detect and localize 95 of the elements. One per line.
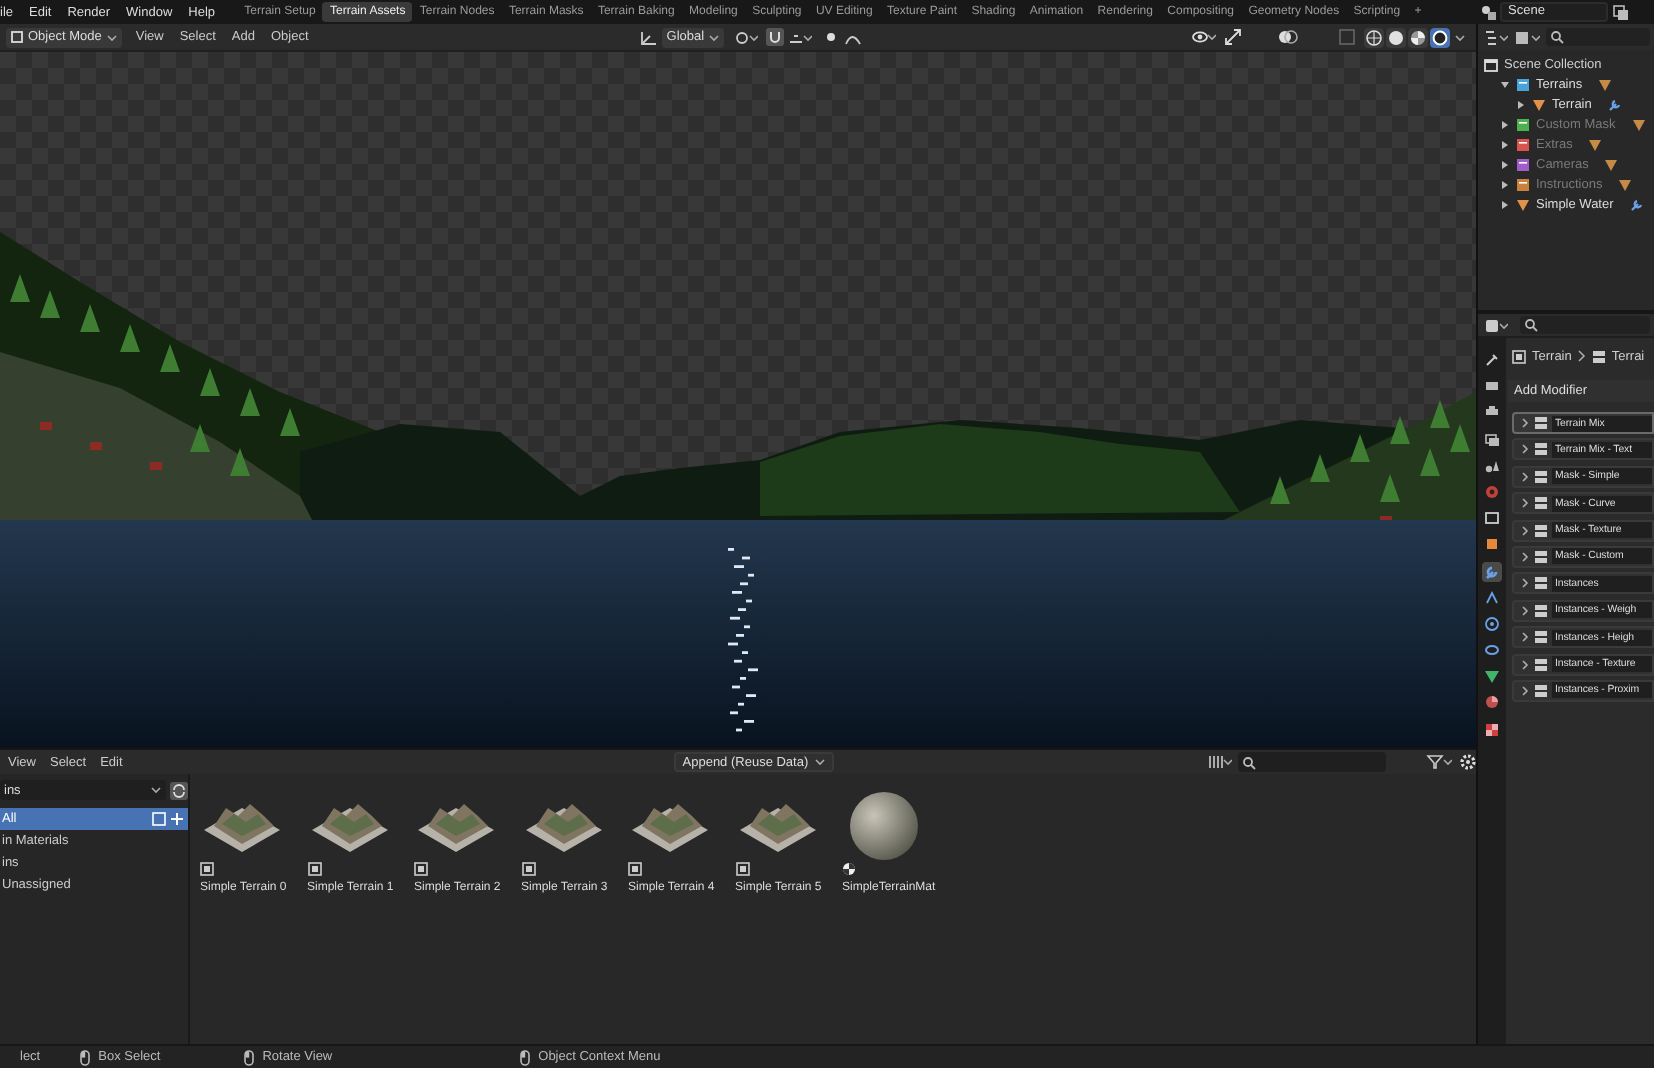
caret-icon bbox=[105, 31, 118, 43]
checker-sphere-icon[interactable] bbox=[1482, 692, 1502, 713]
collection-box-icon bbox=[1516, 157, 1530, 171]
caret-icon bbox=[1454, 31, 1467, 43]
node-tree-icon bbox=[1534, 523, 1548, 538]
node-tree-icon bbox=[1534, 442, 1548, 457]
collection-box-icon bbox=[1516, 177, 1530, 191]
collection-box-icon bbox=[1516, 137, 1530, 151]
object-type-icon bbox=[521, 862, 535, 876]
search-field[interactable] bbox=[1520, 316, 1650, 334]
material-sphere-drawing bbox=[848, 789, 920, 861]
search-field[interactable] bbox=[1546, 28, 1650, 46]
settings-icon[interactable] bbox=[1460, 754, 1476, 770]
object-square-icon bbox=[1512, 349, 1526, 363]
node-tree-icon bbox=[1534, 549, 1548, 564]
orbit-icon[interactable] bbox=[1482, 613, 1502, 634]
object-type-icon bbox=[414, 862, 428, 876]
cube-icon bbox=[10, 30, 24, 44]
disclosure-triangle-icon[interactable] bbox=[1500, 199, 1510, 209]
wrench-icon bbox=[1607, 97, 1622, 111]
chevron-icon[interactable] bbox=[1520, 632, 1530, 643]
chevron-icon[interactable] bbox=[1520, 685, 1530, 696]
filter-icon[interactable] bbox=[1514, 29, 1540, 45]
tool-icon[interactable] bbox=[1482, 350, 1502, 370]
filter-icon[interactable] bbox=[1426, 754, 1452, 770]
triangle-mesh-icon bbox=[1598, 77, 1613, 91]
overlay-circles-icon[interactable] bbox=[1278, 28, 1299, 46]
material-sphere-icon[interactable] bbox=[1408, 27, 1429, 47]
mouse-icon bbox=[520, 1049, 531, 1065]
chevron-icon[interactable] bbox=[1520, 551, 1530, 562]
chevron-icon[interactable] bbox=[1520, 525, 1530, 536]
add-icon[interactable] bbox=[170, 812, 184, 826]
search-icon bbox=[1524, 318, 1538, 332]
triangle-mesh-icon bbox=[1532, 97, 1546, 111]
refresh-icon[interactable] bbox=[170, 781, 188, 799]
gizmo-arrows-icon[interactable] bbox=[1224, 28, 1243, 46]
object-type-icon bbox=[200, 862, 214, 876]
node-tree-icon bbox=[1534, 469, 1548, 484]
transform-orientation-icon[interactable] bbox=[640, 29, 659, 45]
display-grid-icon[interactable] bbox=[1208, 754, 1233, 770]
checker-icon[interactable] bbox=[1482, 719, 1502, 740]
chevron-icon[interactable] bbox=[1520, 498, 1530, 509]
wireframe-sphere-icon[interactable] bbox=[1364, 27, 1385, 47]
square-icon[interactable] bbox=[1482, 534, 1502, 555]
caret-icon bbox=[814, 756, 827, 768]
images-icon[interactable] bbox=[1482, 429, 1502, 450]
node-tree-icon bbox=[1534, 683, 1548, 698]
caret-icon bbox=[708, 31, 721, 43]
box-icon[interactable] bbox=[1482, 508, 1502, 529]
chevron-icon[interactable] bbox=[1520, 605, 1530, 616]
chevron-icon[interactable] bbox=[1520, 418, 1530, 428]
new-catalog-icon[interactable] bbox=[152, 812, 166, 826]
node-tree-icon bbox=[1534, 576, 1548, 591]
mouse-icon bbox=[80, 1049, 91, 1065]
chevron-icon[interactable] bbox=[1520, 444, 1530, 455]
node-tree-icon bbox=[1534, 657, 1548, 672]
scene-icon[interactable] bbox=[1480, 4, 1496, 20]
chevron-icon bbox=[1577, 350, 1586, 362]
collection-box-icon bbox=[1516, 117, 1530, 131]
mouse-icon bbox=[244, 1049, 255, 1065]
search-icon bbox=[1550, 30, 1564, 44]
chevron-icon[interactable] bbox=[1520, 659, 1530, 670]
object-type-icon bbox=[735, 862, 749, 876]
wrench-icon bbox=[1629, 197, 1644, 211]
disclosure-triangle-icon[interactable] bbox=[1516, 99, 1526, 109]
material-type-icon bbox=[842, 862, 856, 876]
rendered-sphere-icon[interactable] bbox=[1430, 27, 1451, 47]
triangle-mesh-icon bbox=[1516, 197, 1530, 211]
display-mode-icon[interactable] bbox=[1484, 29, 1508, 45]
node-tree-icon bbox=[1534, 496, 1548, 511]
pivot-icon[interactable] bbox=[734, 29, 759, 45]
triangle-mesh-icon bbox=[1631, 117, 1646, 131]
collection-box-icon bbox=[1516, 77, 1530, 91]
node-tree-icon bbox=[1534, 416, 1548, 430]
proportional-edit-icon[interactable] bbox=[822, 28, 841, 46]
node-tree-icon bbox=[1534, 603, 1548, 618]
object-type-icon bbox=[307, 862, 321, 876]
node-tree-icon bbox=[1534, 630, 1548, 645]
visibility-icon[interactable] bbox=[1192, 28, 1217, 46]
caret-icon bbox=[150, 784, 162, 796]
triangle-icon[interactable] bbox=[1482, 666, 1502, 687]
search-field[interactable] bbox=[1238, 752, 1386, 772]
solid-sphere-icon[interactable] bbox=[1386, 27, 1407, 47]
chevron-icon[interactable] bbox=[1520, 578, 1530, 589]
disclosure-triangle-icon[interactable] bbox=[1500, 79, 1510, 89]
copy-icon[interactable] bbox=[1612, 4, 1628, 20]
object-type-icon bbox=[628, 862, 642, 876]
collection-box-icon bbox=[1484, 57, 1498, 71]
grid-snap-icon[interactable] bbox=[788, 29, 813, 45]
editor-type-icon[interactable] bbox=[1484, 317, 1508, 333]
node-tree-icon bbox=[1591, 349, 1606, 363]
chevron-icon[interactable] bbox=[1520, 471, 1530, 482]
search-icon bbox=[1242, 755, 1257, 769]
wrench-icon[interactable] bbox=[1482, 561, 1502, 581]
magnet-icon[interactable] bbox=[766, 28, 785, 46]
